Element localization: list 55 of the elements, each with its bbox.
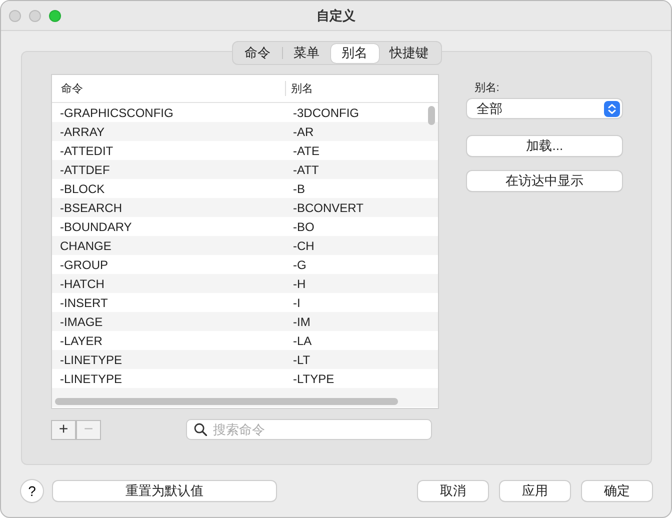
table-cell: -B bbox=[293, 182, 305, 196]
ok-button[interactable]: 确定 bbox=[582, 481, 652, 501]
table-cell: -LINETYPE bbox=[60, 352, 122, 366]
table-cell: -BLOCK bbox=[60, 182, 105, 196]
cancel-button[interactable]: 取消 bbox=[418, 481, 488, 501]
tab[interactable]: 命令 bbox=[234, 44, 282, 62]
column-header[interactable]: 别名 bbox=[285, 81, 438, 96]
search-icon bbox=[194, 423, 207, 436]
table-cell: -3DCONFIG bbox=[293, 106, 359, 120]
load-button[interactable]: 加载... bbox=[467, 136, 622, 156]
table-cell: -ARRAY bbox=[60, 124, 104, 138]
table-cell: -CH bbox=[293, 238, 314, 252]
reset-button[interactable]: 重置为默认值 bbox=[53, 481, 276, 501]
scrollbar-thumb[interactable] bbox=[55, 398, 398, 405]
window-title: 自定义 bbox=[316, 6, 356, 24]
table-cell: -ATTEDIT bbox=[60, 144, 114, 158]
table-cell: -H bbox=[293, 276, 306, 290]
table-cell: -BSEARCH bbox=[60, 200, 122, 214]
table-cell: -LT bbox=[293, 352, 310, 366]
table-cell: -IMAGE bbox=[60, 314, 103, 328]
minimize-icon[interactable] bbox=[29, 10, 41, 22]
add-button[interactable]: + bbox=[51, 420, 76, 440]
table-cell: -LAYER bbox=[60, 334, 102, 348]
table-cell: -IM bbox=[293, 314, 310, 328]
table-cell: -GROUP bbox=[60, 258, 108, 272]
table-cell: -GRAPHICSCONFIG bbox=[60, 106, 174, 120]
table-cell: -ATT bbox=[293, 162, 319, 176]
table-cell: -ATTDEF bbox=[60, 162, 110, 176]
tab[interactable]: 快捷键 bbox=[378, 44, 440, 62]
table-cell: -HATCH bbox=[60, 276, 104, 290]
table-cell: -LA bbox=[293, 334, 312, 348]
search-field[interactable]: 搜索命令 bbox=[186, 419, 432, 440]
alias-select[interactable]: 全部 bbox=[467, 99, 622, 118]
table-cell: -INSERT bbox=[60, 296, 108, 310]
table-cell: -I bbox=[293, 296, 300, 310]
table-cell: CHANGE bbox=[60, 238, 112, 252]
help-button[interactable]: ? bbox=[21, 480, 43, 502]
table-cell: -BCONVERT bbox=[293, 200, 364, 214]
table-cell: -G bbox=[293, 258, 306, 272]
field-label: 别名: bbox=[473, 81, 500, 95]
close-icon[interactable] bbox=[9, 10, 21, 22]
column-header[interactable]: 命令 bbox=[52, 81, 285, 96]
table-cell: -BO bbox=[293, 220, 314, 234]
table-cell: -BOUNDARY bbox=[60, 220, 132, 234]
scrollbar-thumb[interactable] bbox=[428, 106, 436, 125]
table-cell: -AR bbox=[293, 124, 314, 138]
tab[interactable]: 菜单 bbox=[282, 44, 330, 62]
table-cell: -ATE bbox=[293, 144, 320, 158]
tab[interactable]: 别名 bbox=[330, 44, 378, 62]
apply-button[interactable]: 应用 bbox=[500, 481, 570, 501]
chevron-icon bbox=[604, 100, 620, 116]
zoom-icon[interactable] bbox=[49, 10, 61, 22]
show-in-finder-button[interactable]: 在访达中显示 bbox=[467, 171, 622, 191]
table-cell: -LTYPE bbox=[293, 372, 334, 386]
table-cell: -LINETYPE bbox=[60, 372, 122, 386]
